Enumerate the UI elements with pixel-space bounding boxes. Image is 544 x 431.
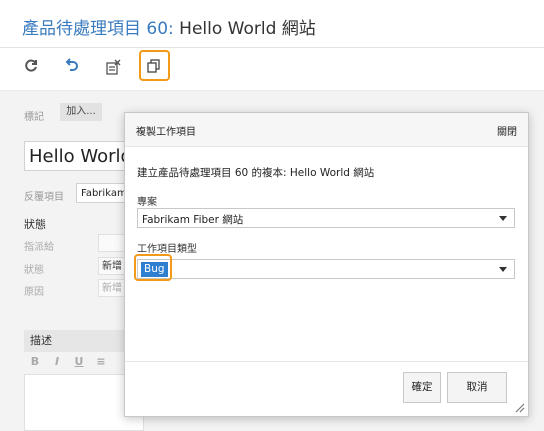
refresh-icon[interactable] (22, 58, 40, 76)
bold-button[interactable]: B (24, 355, 46, 368)
format-icon[interactable]: ≡ (90, 355, 112, 368)
undo-icon[interactable] (63, 58, 81, 76)
clear-icon[interactable] (104, 58, 122, 76)
header-divider (0, 47, 544, 48)
assigned-to-label: 指派給 (24, 242, 54, 253)
copy-highlight-callout (139, 50, 170, 81)
work-item-id: 產品待處理項目 60: (22, 19, 174, 39)
status-section-heading: 狀態 (24, 218, 46, 231)
close-button[interactable]: 關閉 (497, 123, 517, 138)
state-label: 狀態 (24, 265, 44, 276)
cancel-button[interactable]: 取消 (447, 372, 507, 403)
page-title: 產品待處理項目 60: Hello World 網站 (22, 14, 316, 39)
title-field[interactable]: Hello World (24, 141, 134, 171)
italic-button[interactable]: I (46, 355, 68, 368)
project-label: 專案 (137, 197, 157, 208)
type-highlight-callout (134, 254, 172, 281)
reason-label: 原因 (24, 287, 44, 298)
chevron-down-icon[interactable] (499, 216, 507, 221)
copy-work-item-dialog: 複製工作項目 關閉 建立產品待處理項目 60 的複本: Hello World … (124, 112, 529, 417)
underline-button[interactable]: U (68, 355, 90, 368)
dialog-title: 複製工作項目 (136, 127, 196, 138)
dialog-description: 建立產品待處理項目 60 的複本: Hello World 網站 (137, 167, 375, 179)
work-item-title: Hello World 網站 (173, 19, 316, 39)
work-item-type-dropdown[interactable]: Bug (137, 259, 515, 279)
iteration-label: 反覆項目 (24, 192, 64, 203)
ok-button[interactable]: 確定 (403, 372, 441, 403)
project-selected-value: Fabrikam Fiber 網站 (142, 214, 244, 226)
project-dropdown[interactable]: Fabrikam Fiber 網站 (137, 208, 515, 228)
chevron-down-icon[interactable] (499, 267, 507, 272)
work-item-type-label: 工作項目類型 (137, 244, 197, 255)
tags-label: 標記 (24, 112, 44, 123)
dialog-header: 複製工作項目 關閉 (125, 113, 528, 147)
dialog-footer-divider (125, 361, 528, 362)
add-tag-button[interactable]: 加入... (60, 103, 102, 121)
resize-grip-icon[interactable] (513, 401, 525, 413)
